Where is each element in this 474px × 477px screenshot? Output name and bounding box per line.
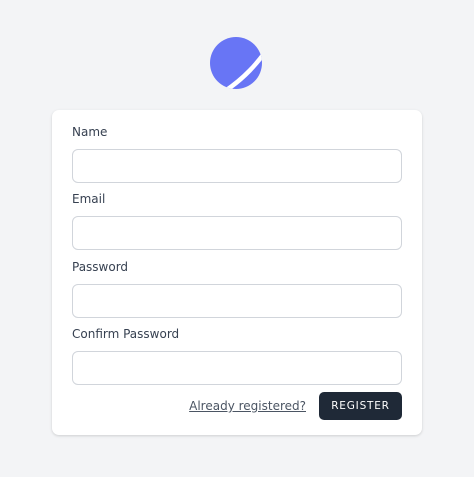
confirm-password-label: Confirm Password (72, 327, 180, 341)
password-input[interactable] (72, 284, 402, 318)
password-field-group: Password (72, 259, 402, 318)
register-page: Name Email Password Confirm Password Alr… (0, 0, 474, 477)
already-registered-link[interactable]: Already registered? (189, 399, 306, 413)
register-card: Name Email Password Confirm Password Alr… (52, 110, 422, 435)
confirm-password-input[interactable] (72, 351, 402, 385)
name-field-group: Name (72, 124, 402, 183)
email-field-group: Email (72, 191, 402, 250)
email-input[interactable] (72, 216, 402, 250)
crescent-planet-logo-icon (210, 37, 262, 89)
name-input[interactable] (72, 149, 402, 183)
email-label: Email (72, 192, 106, 206)
confirm-password-field-group: Confirm Password (72, 326, 402, 385)
password-label: Password (72, 260, 129, 274)
register-button[interactable]: REGISTER (319, 392, 402, 420)
form-actions: Already registered? REGISTER (72, 392, 402, 420)
name-label: Name (72, 125, 108, 139)
